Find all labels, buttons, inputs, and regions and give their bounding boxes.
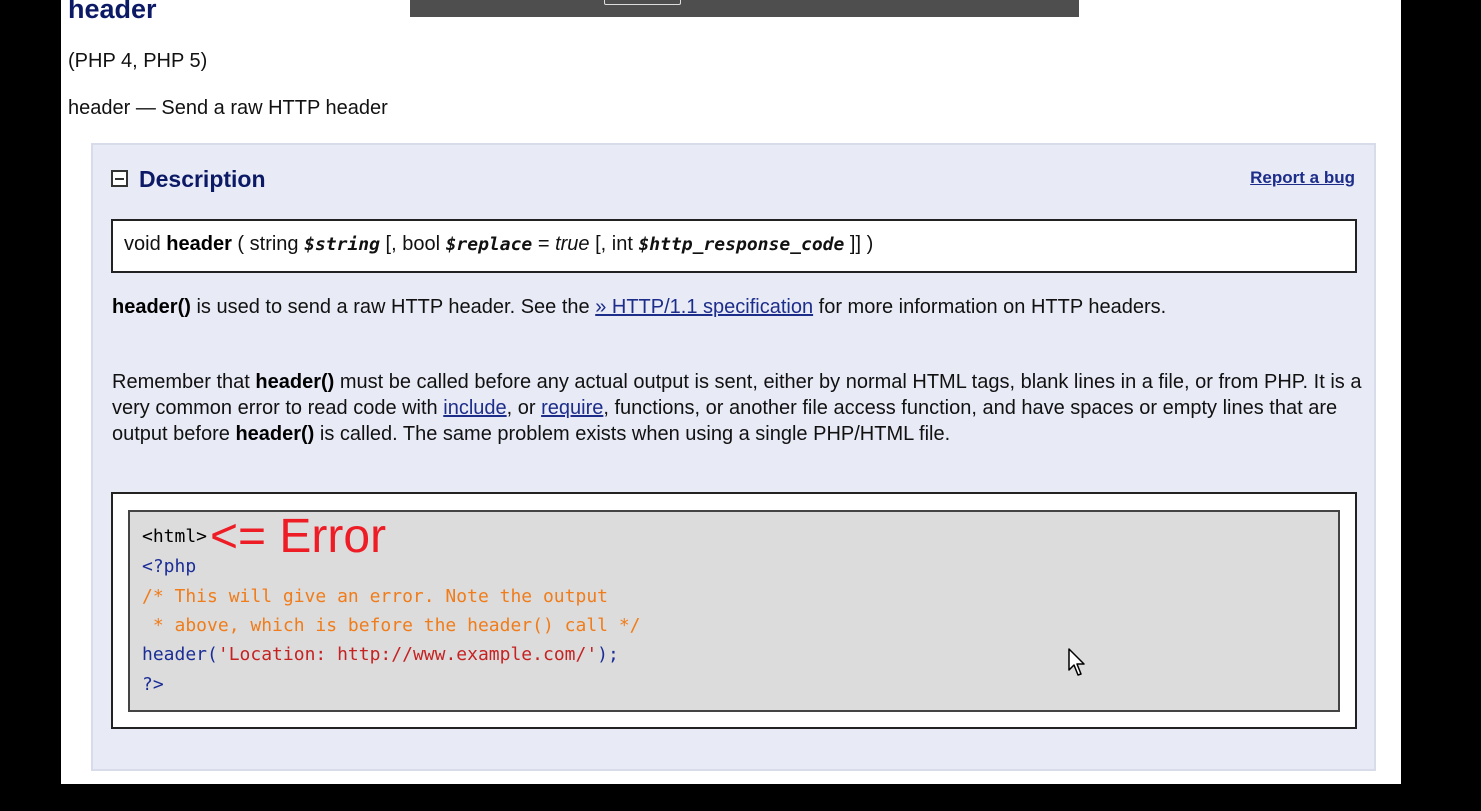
http-spec-link[interactable]: » HTTP/1.1 specification xyxy=(595,296,813,318)
description-paragraph: header() is used to send a raw HTTP head… xyxy=(112,294,1362,320)
function-ref: header() xyxy=(235,423,315,445)
paragraph-text: is called. The same problem exists when … xyxy=(314,423,951,445)
return-type: void xyxy=(124,233,161,255)
video-top-bar xyxy=(410,0,1079,17)
sig-open: ( xyxy=(231,233,250,255)
param-replace: $replace xyxy=(445,234,533,255)
code-punc: ( xyxy=(207,644,218,665)
code-line-comment: /* This will give an error. Note the out… xyxy=(142,586,608,607)
code-line-html: <html> xyxy=(142,526,208,547)
include-link[interactable]: include xyxy=(443,397,506,419)
sig-optional: [, bool xyxy=(379,233,446,255)
sig-equals: = xyxy=(532,233,556,255)
sig-optional: [, int xyxy=(589,233,639,255)
method-signature: void header ( string $string [, bool $re… xyxy=(111,219,1357,273)
code-line-header-call: header('Location: http://www.example.com… xyxy=(142,644,619,665)
default-value: true xyxy=(555,233,590,255)
paragraph-text: Remember that xyxy=(112,371,256,393)
method-name: header xyxy=(166,233,232,255)
require-link[interactable]: require xyxy=(541,397,603,419)
error-annotation: <= Error xyxy=(210,510,387,563)
section-title: Description xyxy=(139,166,266,192)
mouse-cursor-icon xyxy=(1068,648,1085,676)
report-bug-link[interactable]: Report a bug xyxy=(1250,168,1355,188)
function-ref: header() xyxy=(112,296,191,318)
sig-close: ]] ) xyxy=(844,233,874,255)
function-ref: header() xyxy=(255,371,335,393)
version-info: (PHP 4, PHP 5) xyxy=(68,50,208,72)
code-function: header xyxy=(142,644,208,665)
param-string: $string xyxy=(304,234,380,255)
param-response-code: $http_response_code xyxy=(638,234,845,255)
code-line-php-close: ?> xyxy=(142,674,164,695)
param-type: string xyxy=(249,233,305,255)
page-title: header xyxy=(68,0,157,24)
code-punc: ); xyxy=(597,644,619,665)
code-line-comment: * above, which is before the header() ca… xyxy=(142,615,641,636)
paragraph-text: is used to send a raw HTTP header. See t… xyxy=(190,296,596,318)
code-string: 'Location: http://www.example.com/' xyxy=(217,644,598,665)
refname: header — Send a raw HTTP header xyxy=(68,97,388,119)
code-line-php-open: <?php xyxy=(142,556,197,577)
top-bar-button[interactable] xyxy=(604,0,681,5)
collapse-toggle-icon[interactable] xyxy=(111,170,128,187)
note-paragraph: Remember that header() must be called be… xyxy=(112,369,1362,447)
paragraph-text: for more information on HTTP headers. xyxy=(813,296,1167,318)
paragraph-text: , or xyxy=(506,397,542,419)
